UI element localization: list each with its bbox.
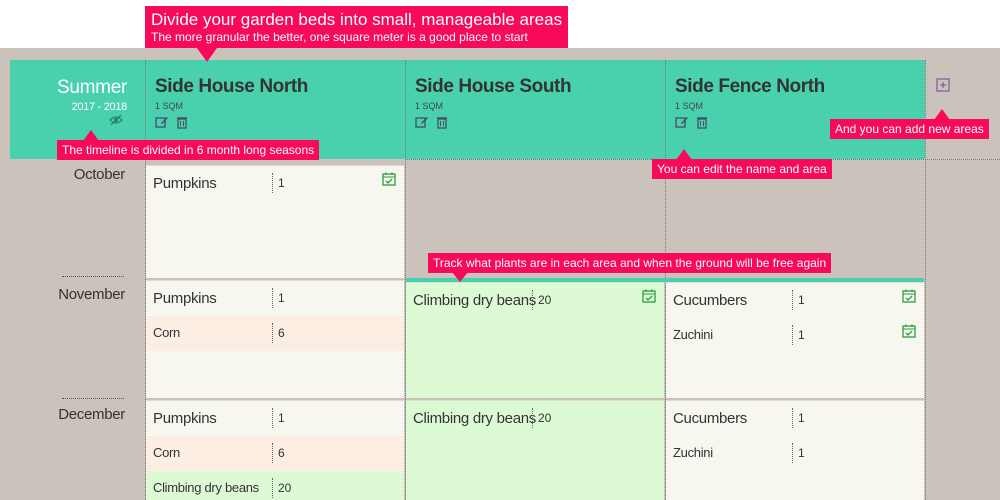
month-divider <box>62 276 124 277</box>
plant-name: Cucumbers <box>673 292 747 309</box>
area-size: 1 SQM <box>415 101 444 111</box>
area-name: Side House North <box>155 76 309 97</box>
plant-row[interactable]: Corn 6 <box>146 316 404 351</box>
calendar-check-icon[interactable] <box>382 172 396 186</box>
plant-quantity: 6 <box>278 326 285 340</box>
plant-name: Zuchini <box>673 327 713 342</box>
trash-icon[interactable] <box>435 115 449 129</box>
plant-name: Pumpkins <box>153 175 217 192</box>
plant-row[interactable]: Corn 6 <box>146 436 404 471</box>
garden-planner: Summer 2017 - 2018 Side House North 1 SQ… <box>0 48 1000 500</box>
plant-quantity: 1 <box>798 411 805 425</box>
area-name: Side House South <box>415 76 572 97</box>
area-size: 1 SQM <box>675 101 704 111</box>
plant-quantity: 20 <box>538 293 552 307</box>
plant-row[interactable]: Pumpkins 1 <box>146 281 404 316</box>
plant-name: Climbing dry beans <box>413 410 536 427</box>
month-december: December <box>58 406 125 423</box>
plant-row[interactable]: Pumpkins 1 <box>146 401 404 436</box>
hint-text: You can edit the name and area <box>657 162 827 176</box>
plant-name: Pumpkins <box>153 410 217 427</box>
edit-icon[interactable] <box>675 115 689 129</box>
plant-name: Climbing dry beans <box>413 292 536 309</box>
add-area-icon[interactable] <box>936 78 950 92</box>
cell-november-side-house-north[interactable]: Pumpkins 1 Corn 6 <box>146 280 404 398</box>
season-name: Summer <box>57 77 127 98</box>
plant-row[interactable]: Climbing dry beans 20 <box>406 283 664 318</box>
hint-text: Track what plants are in each area and w… <box>433 256 827 270</box>
plant-row[interactable]: Cucumbers 1 <box>666 283 924 318</box>
plant-row[interactable]: Climbing dry beans 20 <box>146 471 404 500</box>
plant-quantity: 1 <box>798 328 805 342</box>
cell-december-side-fence-north[interactable]: Cucumbers 1 Zuchini 1 <box>666 400 924 500</box>
plant-name: Climbing dry beans <box>153 480 259 495</box>
trash-icon[interactable] <box>695 115 709 129</box>
plant-name: Corn <box>153 445 180 460</box>
month-november: November <box>58 286 125 303</box>
plant-row[interactable]: Zuchini 1 <box>666 436 924 471</box>
season-years: 2017 - 2018 <box>71 101 128 113</box>
hint-title: Divide your garden beds into small, mana… <box>151 10 563 29</box>
plant-row[interactable]: Cucumbers 1 <box>666 401 924 436</box>
calendar-check-icon[interactable] <box>902 289 916 303</box>
plant-name: Corn <box>153 325 180 340</box>
area-header-side-fence-north: Side Fence North 1 SQM <box>665 60 925 159</box>
area-size: 1 SQM <box>155 101 184 111</box>
month-october: October <box>73 166 126 183</box>
plant-quantity: 1 <box>798 293 805 307</box>
plant-row[interactable]: Pumpkins 1 <box>146 166 404 201</box>
plant-quantity: 1 <box>278 176 285 190</box>
plant-quantity: 1 <box>278 411 285 425</box>
plant-quantity: 20 <box>278 481 292 495</box>
hide-eye-icon[interactable] <box>109 113 123 131</box>
plant-quantity: 1 <box>798 446 805 460</box>
edit-icon[interactable] <box>415 115 429 129</box>
plant-quantity: 6 <box>278 446 285 460</box>
hint-text: And you can add new areas <box>835 122 984 136</box>
cell-november-side-house-south[interactable]: Climbing dry beans 20 <box>406 282 664 398</box>
cell-november-side-fence-north[interactable]: Cucumbers 1 Zuchini 1 <box>666 282 924 398</box>
hint-edit: You can edit the name and area <box>652 149 832 179</box>
hint-subtitle: The more granular the better, one square… <box>151 30 528 44</box>
plant-quantity: 1 <box>278 291 285 305</box>
hint-add: And you can add new areas <box>830 109 989 139</box>
cell-december-side-house-south[interactable]: Climbing dry beans 20 <box>406 400 664 500</box>
hint-track: Track what plants are in each area and w… <box>428 253 832 282</box>
calendar-check-icon[interactable] <box>902 324 916 338</box>
cell-december-side-house-north[interactable]: Pumpkins 1 Corn 6 Climbing dry beans 20 <box>146 400 404 500</box>
hint-top: Divide your garden beds into small, mana… <box>145 6 569 62</box>
month-divider <box>62 398 124 399</box>
trash-icon[interactable] <box>175 115 189 129</box>
hint-timeline: The timeline is divided in 6 month long … <box>57 130 320 160</box>
area-name: Side Fence North <box>675 76 825 97</box>
hint-text: The timeline is divided in 6 month long … <box>62 143 315 157</box>
plant-name: Zuchini <box>673 445 713 460</box>
plant-row[interactable]: Climbing dry beans 20 <box>406 401 664 436</box>
calendar-check-icon[interactable] <box>642 289 656 303</box>
cell-october-side-house-north[interactable]: Pumpkins 1 <box>146 165 404 278</box>
edit-icon[interactable] <box>155 115 169 129</box>
plant-name: Cucumbers <box>673 410 747 427</box>
plant-name: Pumpkins <box>153 290 217 307</box>
plant-quantity: 20 <box>538 411 552 425</box>
area-header-side-house-south: Side House South 1 SQM <box>405 60 665 159</box>
plant-row[interactable]: Zuchini 1 <box>666 318 924 353</box>
